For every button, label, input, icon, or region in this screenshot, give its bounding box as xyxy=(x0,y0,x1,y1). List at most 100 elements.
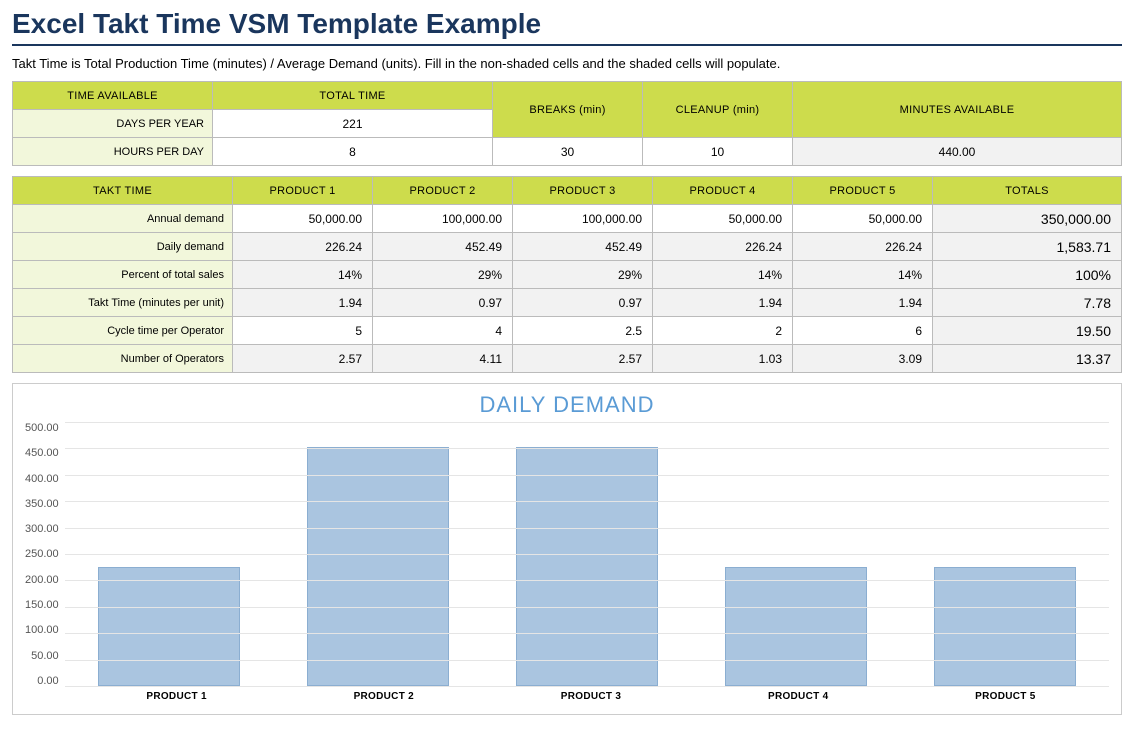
value-days-per-year[interactable]: 221 xyxy=(213,110,493,138)
label-hours-per-day: HOURS PER DAY xyxy=(13,138,213,166)
y-tick-label: 0.00 xyxy=(37,675,58,687)
cell-value: 2.57 xyxy=(513,345,653,373)
table-row: Number of Operators2.574.112.571.033.091… xyxy=(13,345,1122,373)
chart-plot-area xyxy=(65,422,1109,687)
cell-value: 226.24 xyxy=(233,233,373,261)
cell-value: 3.09 xyxy=(793,345,933,373)
table-row: Daily demand226.24452.49452.49226.24226.… xyxy=(13,233,1122,261)
cell-value[interactable]: 100,000.00 xyxy=(513,205,653,233)
cell-value: 14% xyxy=(233,261,373,289)
x-tick-label: PRODUCT 2 xyxy=(280,687,487,702)
grid-line xyxy=(65,554,1109,555)
y-tick-label: 350.00 xyxy=(25,498,59,510)
row-total: 13.37 xyxy=(933,345,1122,373)
y-tick-label: 400.00 xyxy=(25,473,59,485)
header-minutes-available: MINUTES AVAILABLE xyxy=(793,82,1122,138)
table-row: Takt Time (minutes per unit)1.940.970.97… xyxy=(13,289,1122,317)
cell-value: 226.24 xyxy=(653,233,793,261)
value-minutes-available: 440.00 xyxy=(793,138,1122,166)
cell-value: 14% xyxy=(793,261,933,289)
y-tick-label: 450.00 xyxy=(25,447,59,459)
cell-value: 29% xyxy=(373,261,513,289)
row-label: Cycle time per Operator xyxy=(13,317,233,345)
cell-value[interactable]: 2.5 xyxy=(513,317,653,345)
grid-line xyxy=(65,448,1109,449)
cell-value: 0.97 xyxy=(513,289,653,317)
cell-value[interactable]: 2 xyxy=(653,317,793,345)
takt-time-table: TAKT TIME PRODUCT 1PRODUCT 2PRODUCT 3PRO… xyxy=(12,176,1122,373)
row-total: 100% xyxy=(933,261,1122,289)
header-takt-time: TAKT TIME xyxy=(13,177,233,205)
cell-value[interactable]: 6 xyxy=(793,317,933,345)
cell-value: 0.97 xyxy=(373,289,513,317)
header-product-5: PRODUCT 5 xyxy=(793,177,933,205)
header-product-3: PRODUCT 3 xyxy=(513,177,653,205)
chart-bar xyxy=(934,567,1076,686)
chart-bar xyxy=(307,447,449,686)
row-label: Annual demand xyxy=(13,205,233,233)
grid-line xyxy=(65,501,1109,502)
chart-bar xyxy=(516,447,658,686)
grid-line xyxy=(65,686,1109,687)
cell-value: 1.03 xyxy=(653,345,793,373)
cell-value[interactable]: 5 xyxy=(233,317,373,345)
row-total: 7.78 xyxy=(933,289,1122,317)
grid-line xyxy=(65,660,1109,661)
cell-value: 452.49 xyxy=(373,233,513,261)
y-tick-label: 150.00 xyxy=(25,599,59,611)
table-row: Annual demand50,000.00100,000.00100,000.… xyxy=(13,205,1122,233)
cell-value[interactable]: 100,000.00 xyxy=(373,205,513,233)
header-cleanup: CLEANUP (min) xyxy=(643,82,793,138)
y-tick-label: 200.00 xyxy=(25,574,59,586)
y-tick-label: 100.00 xyxy=(25,624,59,636)
chart-title: DAILY DEMAND xyxy=(25,392,1109,418)
cell-value: 452.49 xyxy=(513,233,653,261)
grid-line xyxy=(65,475,1109,476)
header-totals: TOTALS xyxy=(933,177,1122,205)
grid-line xyxy=(65,607,1109,608)
header-product-1: PRODUCT 1 xyxy=(233,177,373,205)
cell-value: 2.57 xyxy=(233,345,373,373)
cell-value: 1.94 xyxy=(793,289,933,317)
cell-value[interactable]: 50,000.00 xyxy=(793,205,933,233)
page-subtitle: Takt Time is Total Production Time (minu… xyxy=(12,56,1122,71)
page-title: Excel Takt Time VSM Template Example xyxy=(12,8,1122,40)
row-label: Percent of total sales xyxy=(13,261,233,289)
value-cleanup[interactable]: 10 xyxy=(643,138,793,166)
table-row: Percent of total sales14%29%29%14%14%100… xyxy=(13,261,1122,289)
title-rule xyxy=(12,44,1122,46)
x-tick-label: PRODUCT 5 xyxy=(902,687,1109,702)
cell-value: 1.94 xyxy=(653,289,793,317)
row-total: 1,583.71 xyxy=(933,233,1122,261)
grid-line xyxy=(65,633,1109,634)
cell-value[interactable]: 4 xyxy=(373,317,513,345)
grid-line xyxy=(65,580,1109,581)
header-time-available: TIME AVAILABLE xyxy=(13,82,213,110)
cell-value: 226.24 xyxy=(793,233,933,261)
header-breaks: BREAKS (min) xyxy=(493,82,643,138)
cell-value: 1.94 xyxy=(233,289,373,317)
daily-demand-chart: DAILY DEMAND 500.00450.00400.00350.00300… xyxy=(12,383,1122,715)
y-tick-label: 50.00 xyxy=(31,650,59,662)
cell-value: 14% xyxy=(653,261,793,289)
chart-bar xyxy=(725,567,867,686)
header-product-2: PRODUCT 2 xyxy=(373,177,513,205)
chart-y-axis: 500.00450.00400.00350.00300.00250.00200.… xyxy=(25,422,65,687)
x-tick-label: PRODUCT 1 xyxy=(73,687,280,702)
row-total: 19.50 xyxy=(933,317,1122,345)
cell-value[interactable]: 50,000.00 xyxy=(233,205,373,233)
header-product-4: PRODUCT 4 xyxy=(653,177,793,205)
cell-value[interactable]: 50,000.00 xyxy=(653,205,793,233)
value-breaks[interactable]: 30 xyxy=(493,138,643,166)
x-tick-label: PRODUCT 3 xyxy=(487,687,694,702)
chart-bar xyxy=(98,567,240,686)
value-hours-per-day[interactable]: 8 xyxy=(213,138,493,166)
row-label: Takt Time (minutes per unit) xyxy=(13,289,233,317)
label-days-per-year: DAYS PER YEAR xyxy=(13,110,213,138)
row-label: Number of Operators xyxy=(13,345,233,373)
row-label: Daily demand xyxy=(13,233,233,261)
header-total-time: TOTAL TIME xyxy=(213,82,493,110)
cell-value: 4.11 xyxy=(373,345,513,373)
y-tick-label: 300.00 xyxy=(25,523,59,535)
y-tick-label: 250.00 xyxy=(25,548,59,560)
